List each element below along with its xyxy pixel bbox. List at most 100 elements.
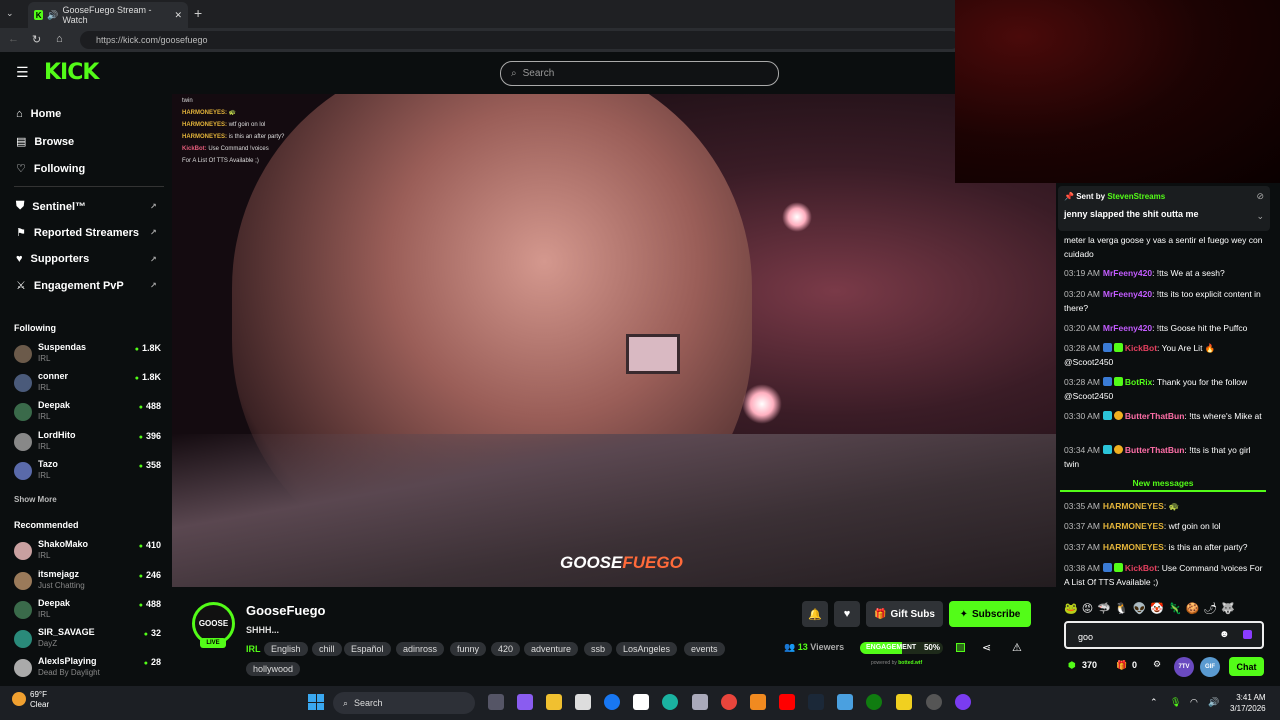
menu-icon[interactable]: ☰ [16,64,29,81]
amazon-icon[interactable] [633,694,649,710]
sidebar-item-sentinel[interactable]: ⛊ Sentinel™ ↗ [16,200,166,213]
store-icon[interactable] [575,694,591,710]
emote-icon[interactable]: 🐺 [1221,602,1235,616]
following-channel[interactable]: DeepakIRL488 [14,400,164,428]
pinned-message[interactable]: 📌 Sent by StevenStreams jenny slapped th… [1058,186,1270,231]
viewers-icon: 👥 [784,642,796,652]
gif-badge[interactable]: GIF [1200,657,1220,677]
stream-tag[interactable]: events [684,642,725,656]
task-view-icon[interactable] [488,694,504,710]
unpin-icon[interactable]: ⊘ [1256,191,1264,202]
volume-icon[interactable]: 🔊 [1208,697,1219,708]
avatar [14,630,32,648]
browser-tab[interactable]: K 🔊 GooseFuego Stream - Watch ✕ [28,2,188,28]
recommended-channel[interactable]: ShakoMakoIRL410 [14,539,164,567]
report-icon[interactable]: ⚠ [1012,641,1022,654]
steam-icon[interactable] [808,694,824,710]
back-icon[interactable]: ← [8,33,19,45]
emote-icon[interactable]: 🐧 [1115,602,1129,616]
7tv-badge[interactable]: 7TV [1174,657,1194,677]
subscribe-button[interactable]: ✦ Subscribe [949,601,1031,627]
recommended-channel[interactable]: DeepakIRL488 [14,598,164,626]
close-tab-icon[interactable]: ✕ [174,10,182,21]
stream-tag[interactable]: hollywood [246,662,301,676]
stream-tag[interactable]: funny [450,642,487,656]
sidebar-item-reported-streamers[interactable]: ⚑ Reported Streamers ↗ [16,226,166,240]
recommended-channel[interactable]: SIR_SAVAGEDayZ32 [14,627,164,655]
windows-start-icon[interactable] [308,694,324,710]
weather-widget[interactable]: 69°F Clear [12,690,49,710]
sidebar-item-browse[interactable]: ▤ Browse [16,135,74,149]
recommended-channel[interactable]: AlexlsPlayingDead By Daylight28 [14,656,164,684]
wifi-icon[interactable]: ◠ [1190,697,1198,708]
emote-icon[interactable]: 😡 [1082,602,1093,616]
stream-tag[interactable]: 420 [491,642,521,656]
obs-icon[interactable] [926,694,942,710]
settings-icon[interactable]: ⚙ [1153,659,1161,670]
share-icon[interactable]: ⋖ [982,641,991,654]
vlc-icon[interactable] [750,694,766,710]
sidebar-item-supporters[interactable]: ♥ Supporters ↗ [16,253,166,265]
stream-category[interactable]: IRL [246,644,261,654]
home-browser-icon[interactable]: ⌂ [56,33,63,45]
xbox-icon[interactable] [866,694,882,710]
gift-subs-button[interactable]: 🎁 Gift Subs [866,601,943,627]
chrome-icon[interactable] [721,694,737,710]
tab-list-icon[interactable]: ⌄ [6,8,14,19]
taskbar-search[interactable]: ⌕ Search [333,692,475,714]
notification-bell-button[interactable]: 🔔 [802,601,828,627]
sidebar-item-engagement-pvp[interactable]: ⚔ Engagement PvP ↗ [16,279,166,293]
url-field[interactable]: https://kick.com/goosefuego [80,31,960,49]
following-channel[interactable]: connerIRL1.8K [14,371,164,399]
stream-tag[interactable]: adinross [396,642,445,656]
calculator-icon[interactable] [692,694,708,710]
search-input[interactable]: ⌕ Search [500,61,779,86]
app-icon[interactable] [955,694,971,710]
mic-icon[interactable]: 🎙 [1170,697,1181,708]
emote-icon[interactable]: 🦎 [1168,602,1182,616]
emote-icon[interactable]: 🦈 [1097,602,1111,616]
emote-icon[interactable]: 🤡 [1150,602,1164,616]
streamer-name[interactable]: GooseFuego [246,603,325,618]
copilot-icon[interactable] [517,694,533,710]
sidebar-item-home[interactable]: ⌂ Home [16,108,61,120]
kick-emote-icon[interactable] [1243,630,1252,639]
following-channel[interactable]: TazoIRL358 [14,459,164,487]
notes-icon[interactable] [896,694,912,710]
chevron-up-icon[interactable]: ⌃ [1150,697,1158,708]
chat-send-button[interactable]: Chat [1229,657,1264,676]
search-placeholder: Search [522,68,555,79]
taskbar-clock[interactable]: 3:41 AM 3/17/2026 [1230,692,1266,714]
recommended-title: Recommended [14,520,79,530]
stream-tag[interactable]: ssb [584,642,613,656]
stream-tag[interactable]: Español [344,642,391,656]
emote-icon[interactable]: 🐸 [1064,602,1078,616]
following-channel[interactable]: SuspendasIRL1.8K [14,342,164,370]
file-explorer-icon[interactable] [546,694,562,710]
chat-input[interactable]: goo [1064,621,1264,649]
emote-icon[interactable]: 🍪 [1186,602,1200,616]
following-channel[interactable]: LordHitoIRL396 [14,430,164,458]
show-more-link[interactable]: Show More [14,495,57,504]
emoji-picker-icon[interactable]: ☻ [1219,629,1230,640]
reload-icon[interactable]: ↻ [32,33,41,46]
kick-logo[interactable]: KICK [44,60,99,85]
edge-icon[interactable] [662,694,678,710]
youtube-icon[interactable] [779,694,795,710]
new-messages-divider[interactable]: New messages [1060,478,1266,492]
stream-tag[interactable]: adventure [524,642,579,656]
stream-tag[interactable]: chill [312,642,342,656]
avatar [14,542,32,560]
stream-tag[interactable]: English [264,642,308,656]
facebook-icon[interactable] [604,694,620,710]
new-tab-icon[interactable]: + [194,5,202,21]
emote-icon[interactable]: 👽 [1133,602,1147,616]
emote-icon[interactable]: 🌶 [1203,602,1217,616]
chevron-down-icon[interactable]: ⌄ [1256,211,1264,222]
video-player[interactable] [172,94,1056,587]
app-icon[interactable] [837,694,853,710]
follow-button[interactable]: ♥ [834,601,860,627]
recommended-channel[interactable]: itsmejagzJust Chatting246 [14,569,164,597]
sidebar-item-following[interactable]: ♡ Following [16,162,85,176]
stream-tag[interactable]: LosAngeles [616,642,678,656]
